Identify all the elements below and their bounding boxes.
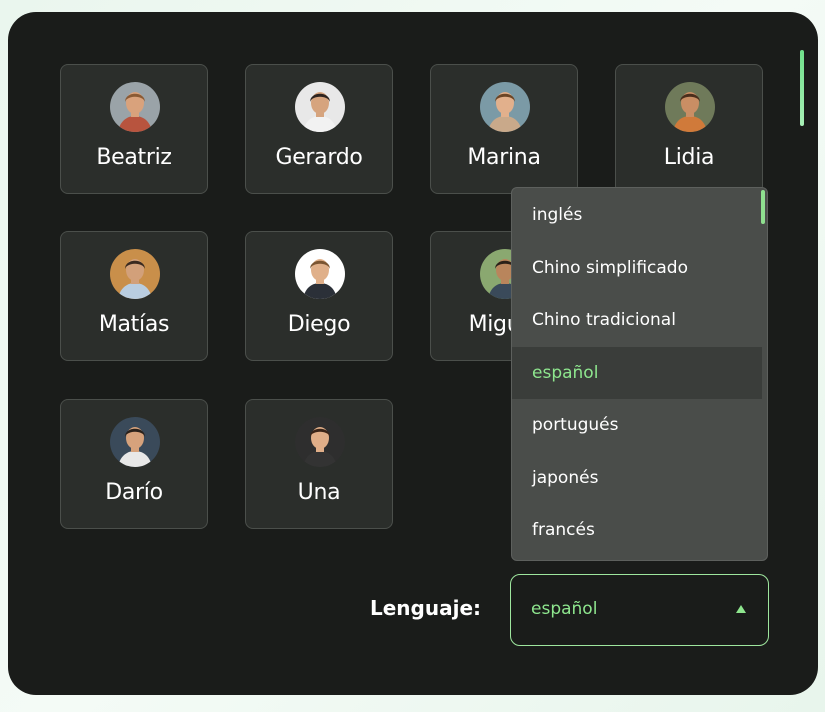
person-name: Darío (105, 480, 163, 505)
panel-scrollbar[interactable] (800, 50, 804, 126)
avatar (665, 82, 715, 132)
language-select-value: español (531, 599, 598, 619)
person-name: Marina (467, 145, 541, 170)
person-card[interactable]: Matías (60, 231, 208, 361)
caret-up-icon (736, 605, 746, 613)
avatar (295, 249, 345, 299)
avatar (295, 82, 345, 132)
language-option[interactable]: Chino tradicional (512, 294, 762, 346)
person-card[interactable]: Gerardo (245, 64, 393, 194)
person-card[interactable]: Una (245, 399, 393, 529)
person-name: Matías (98, 312, 170, 337)
language-dropdown-list: inglés Chino simplificado Chino tradiciona… (511, 187, 768, 561)
language-select[interactable]: español (510, 574, 769, 646)
language-option[interactable]: Chino simplificado (512, 242, 762, 294)
avatar (295, 417, 345, 467)
language-label: Lenguaje: (370, 596, 482, 620)
person-name: Una (297, 480, 341, 505)
avatar (480, 82, 530, 132)
language-option[interactable]: francés (512, 504, 762, 556)
person-name: Lidia (663, 145, 715, 170)
person-card[interactable]: Lidia (615, 64, 763, 194)
person-card[interactable]: Diego (245, 231, 393, 361)
person-name: Gerardo (275, 145, 363, 170)
avatar (110, 82, 160, 132)
language-option[interactable]: portugués (512, 399, 762, 451)
person-card[interactable]: Beatriz (60, 64, 208, 194)
person-card[interactable]: Darío (60, 399, 208, 529)
language-option[interactable]: japonés (512, 452, 762, 504)
person-name: Beatriz (96, 145, 172, 170)
avatar (110, 249, 160, 299)
language-option[interactable]: inglés (512, 189, 762, 241)
language-option[interactable]: español (512, 346, 762, 399)
person-card[interactable]: Marina (430, 64, 578, 194)
person-name: Diego (287, 312, 351, 337)
avatar (110, 417, 160, 467)
